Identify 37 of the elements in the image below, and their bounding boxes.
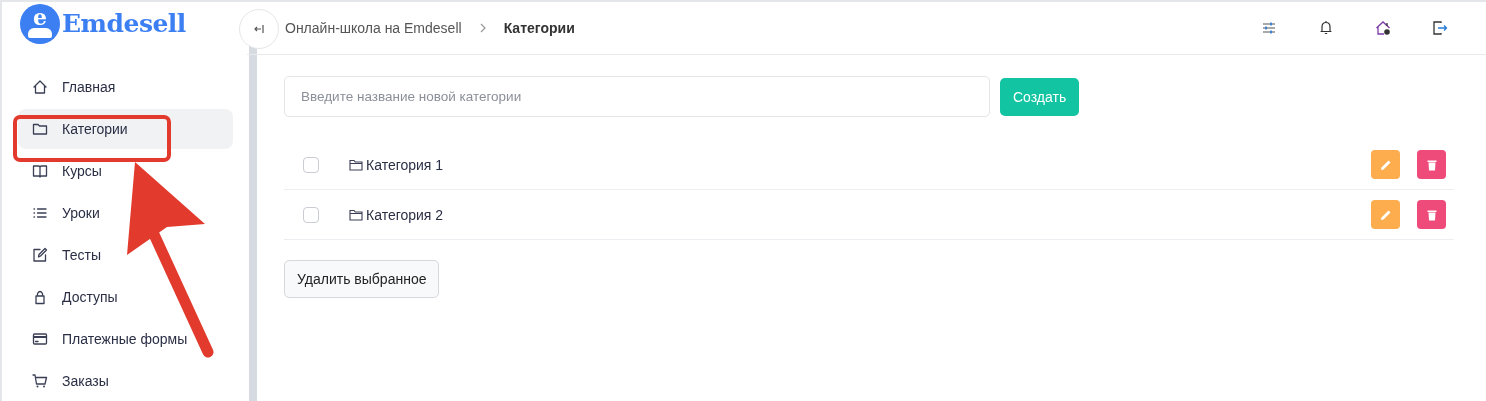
sidebar-item[interactable]: Доступы [18, 277, 233, 317]
logo-icon: e [20, 3, 60, 44]
lock-icon [32, 289, 48, 305]
settings-icon[interactable] [1261, 20, 1277, 36]
sidebar-item[interactable]: Платежные формы [18, 319, 233, 359]
edit-button[interactable] [1371, 200, 1400, 229]
sidebar-item[interactable]: Уроки [18, 193, 233, 233]
book-icon [32, 163, 48, 179]
sidebar-item[interactable]: Курсы [18, 151, 233, 191]
sidebar-item[interactable]: Заказы [18, 361, 233, 401]
delete-selected-button[interactable]: Удалить выбранное [284, 260, 440, 298]
folder-icon [349, 208, 363, 221]
checkbox[interactable] [303, 206, 319, 223]
scrollbar[interactable] [249, 45, 257, 401]
sidebar-item[interactable]: Тесты [18, 235, 233, 275]
category-name: Категория 2 [366, 206, 444, 223]
delete-button[interactable] [1417, 200, 1446, 229]
logout-icon[interactable] [1432, 20, 1448, 36]
checkbox[interactable] [303, 156, 319, 173]
folder-icon [349, 158, 363, 171]
breadcrumb[interactable]: Онлайн-школа на Emdesell [285, 20, 462, 36]
cart-icon [32, 373, 48, 389]
list-icon [32, 205, 48, 221]
home-icon[interactable] [1375, 20, 1391, 36]
breadcrumb: Категории [503, 20, 575, 36]
category-name: Категория 1 [366, 156, 444, 173]
sidebar-item[interactable]: Категории [18, 109, 233, 149]
input-field[interactable]: Введите название новой категории [284, 76, 990, 117]
delete-button[interactable] [1417, 150, 1446, 179]
card-icon [32, 331, 48, 347]
sidebar-item[interactable]: Главная [18, 67, 233, 107]
home-icon [32, 79, 48, 95]
edit-icon [32, 247, 48, 263]
edit-button[interactable] [1371, 150, 1400, 179]
folder-icon [32, 121, 48, 137]
logo-text: Emdesell [62, 9, 186, 38]
bell-icon[interactable] [1318, 20, 1334, 36]
